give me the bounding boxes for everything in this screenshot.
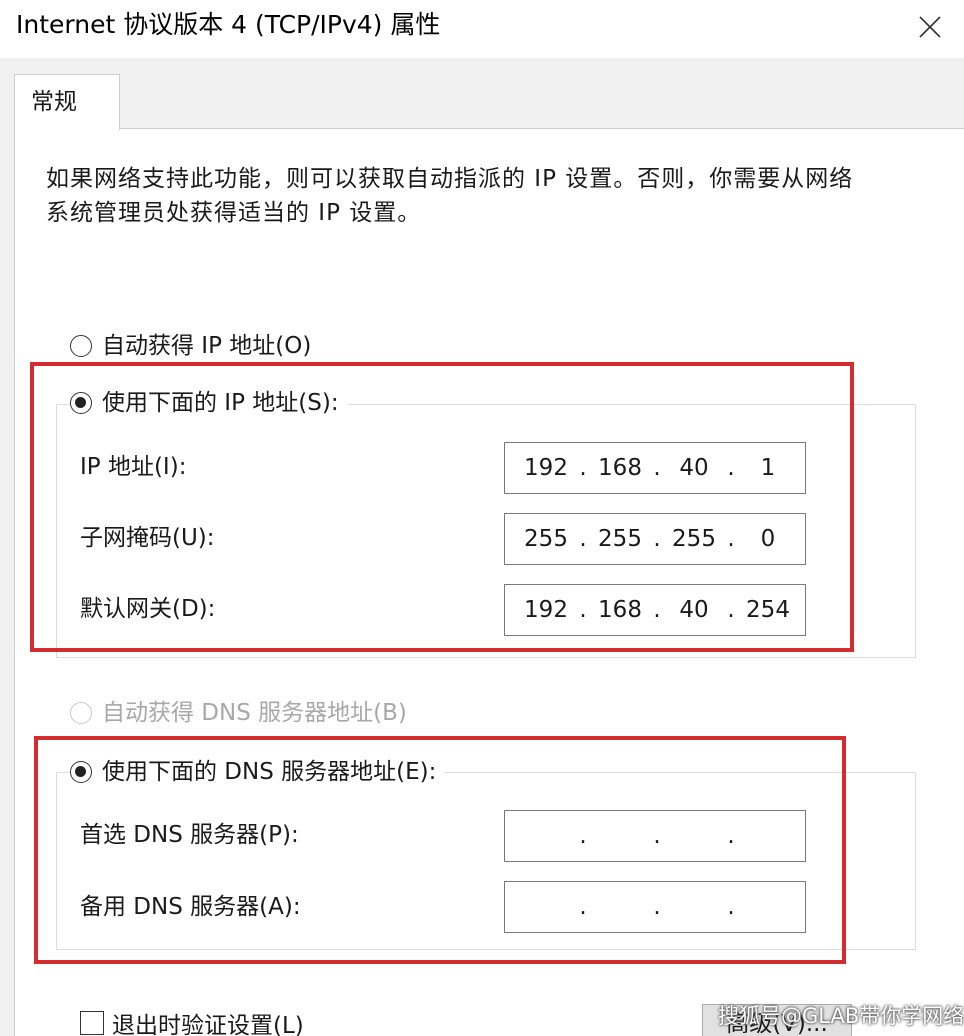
close-icon [919, 16, 941, 38]
watermark-text: 搜狐号@GLAB带你学网络 [718, 1004, 964, 1028]
ip-section-highlight [30, 362, 854, 652]
radio-auto-ip-circle[interactable] [70, 335, 92, 357]
dns-section-highlight [34, 736, 846, 964]
validate-settings-box[interactable] [80, 1011, 104, 1035]
tab-general[interactable]: 常规 [14, 74, 120, 130]
validate-settings-label: 退出时验证设置(L) [112, 1013, 304, 1036]
close-button[interactable] [906, 6, 954, 48]
radio-auto-dns[interactable]: 自动获得 DNS 服务器地址(B) [70, 696, 407, 730]
radio-auto-dns-label: 自动获得 DNS 服务器地址(B) [102, 700, 407, 726]
radio-auto-ip[interactable]: 自动获得 IP 地址(O) [70, 329, 311, 363]
description-text: 如果网络支持此功能，则可以获取自动指派的 IP 设置。否则，你需要从网络系统管理… [46, 166, 854, 226]
tab-general-label: 常规 [31, 89, 77, 115]
radio-auto-ip-label: 自动获得 IP 地址(O) [102, 333, 312, 359]
radio-auto-dns-circle[interactable] [70, 702, 92, 724]
tcpip-properties-dialog: Internet 协议版本 4 (TCP/IPv4) 属性 常规 如果网络支持此… [0, 0, 964, 1036]
window-title: Internet 协议版本 4 (TCP/IPv4) 属性 [16, 10, 441, 39]
title-bar: Internet 协议版本 4 (TCP/IPv4) 属性 [0, 0, 964, 58]
validate-settings-checkbox[interactable]: 退出时验证设置(L) [80, 1006, 304, 1036]
